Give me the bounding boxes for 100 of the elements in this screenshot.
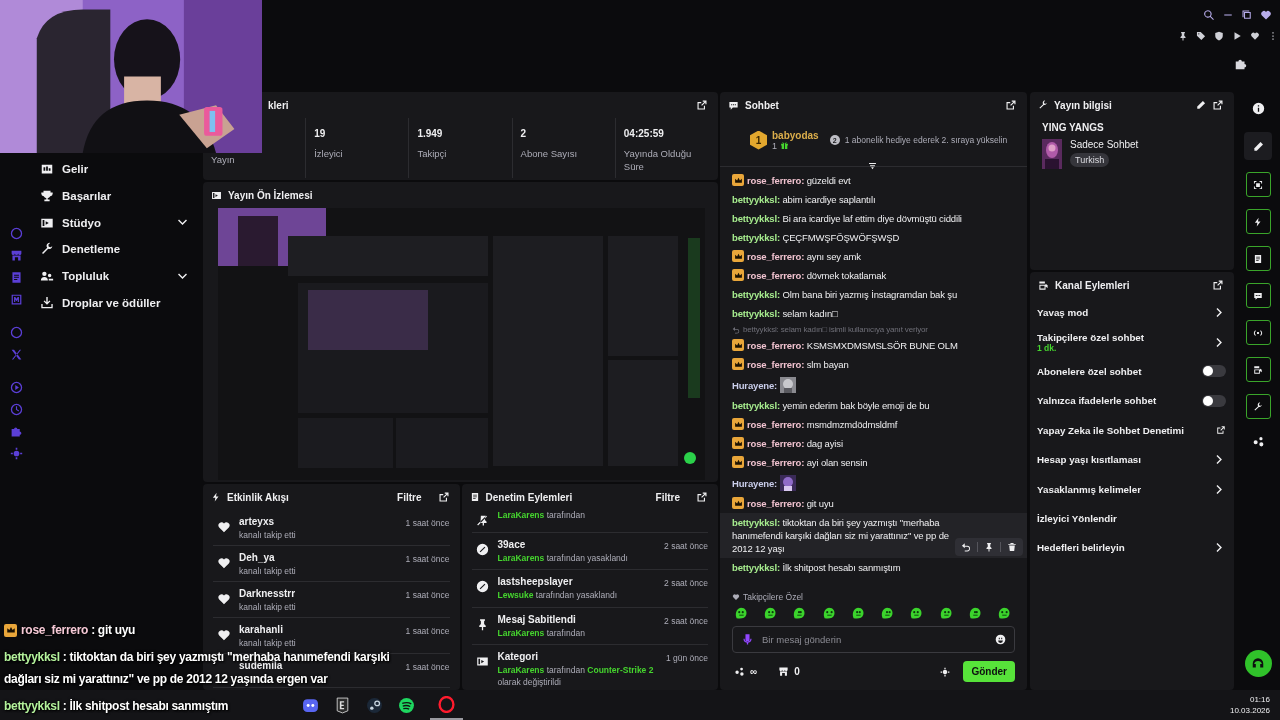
overlay-message: rose_ferrero : git uyu <box>21 623 136 637</box>
reply-icon[interactable] <box>961 542 971 552</box>
edit-icon[interactable] <box>1196 100 1206 110</box>
ring-icon[interactable] <box>9 227 23 240</box>
action-label[interactable]: İzleyici Yönlendir <box>1037 512 1226 524</box>
tag-icon[interactable] <box>1196 31 1206 41</box>
play-icon[interactable] <box>1232 31 1242 41</box>
broadcast-button[interactable] <box>1245 320 1271 345</box>
popout-icon[interactable] <box>696 491 708 503</box>
info-icon[interactable] <box>1251 102 1265 115</box>
emote-icon[interactable] <box>792 606 807 620</box>
document-button[interactable] <box>1245 246 1271 271</box>
taskbar-app-icon[interactable] <box>302 696 319 714</box>
nav-item[interactable]: Denetleme <box>32 236 203 263</box>
camera-button[interactable] <box>1245 357 1271 382</box>
moderation-title: Kategori <box>497 651 539 663</box>
shop-icon[interactable] <box>9 249 23 262</box>
edit-button[interactable] <box>1244 132 1272 160</box>
emote-icon[interactable] <box>850 606 865 620</box>
action-label[interactable]: Yasaklanmış kelimeler <box>1037 483 1213 495</box>
external-link-icon[interactable] <box>1216 425 1226 436</box>
event-time: 1 saat önce <box>405 661 450 672</box>
x-icon[interactable] <box>9 348 23 361</box>
send-button[interactable]: Gönder <box>963 661 1015 682</box>
emote-icon[interactable] <box>938 606 953 620</box>
popout-icon[interactable] <box>1212 279 1224 291</box>
store-icon[interactable] <box>778 666 790 677</box>
emote-icon[interactable] <box>763 606 778 620</box>
microphone-icon[interactable] <box>741 633 754 646</box>
chat-message: bettyykksl: yemin ederim bak böyle emoji de bu <box>732 399 931 412</box>
message-input[interactable]: Bir mesaj gönderin <box>762 634 987 645</box>
popout-icon[interactable] <box>437 491 450 503</box>
event-name: Darknesstrr <box>239 588 296 599</box>
emote-icon[interactable] <box>821 606 836 620</box>
action-label[interactable]: Yalnızca ifadelerle sohbet <box>1037 395 1202 407</box>
moderation-time: 1 gün önce <box>665 652 708 664</box>
event-name: Deh_ya <box>239 552 275 563</box>
pin-icon[interactable] <box>1178 31 1188 41</box>
emote-icon[interactable] <box>880 606 895 620</box>
action-label[interactable]: Takipçilere özel sohbet <box>1037 331 1213 343</box>
stat-label: Abone Sayısı <box>520 147 579 161</box>
toggle-switch[interactable] <box>1202 394 1226 407</box>
chat-input-box[interactable]: Bir mesaj gönderin <box>732 626 1015 653</box>
wrench-button[interactable] <box>1245 394 1271 419</box>
category-name[interactable]: Sadece Sohbet <box>1070 139 1139 150</box>
trash-icon[interactable] <box>1007 542 1017 552</box>
screenshot-button[interactable] <box>1245 172 1271 197</box>
action-label[interactable]: Abonelere özel sohbet <box>1037 365 1202 377</box>
document-icon[interactable] <box>9 271 23 284</box>
emote-icon[interactable] <box>967 606 982 620</box>
heart-icon <box>217 520 231 534</box>
emote-icon[interactable] <box>734 606 748 620</box>
action-label[interactable]: Hedefleri belirleyin <box>1037 542 1213 554</box>
action-label[interactable]: Yavaş mod <box>1037 307 1213 319</box>
event-detail: kanalı takip etti <box>239 530 296 540</box>
headset-button[interactable] <box>1244 650 1272 677</box>
event-detail: kanalı takip etti <box>239 566 296 576</box>
emoji-icon[interactable] <box>995 634 1006 645</box>
settings-icon[interactable] <box>940 666 951 677</box>
shield-icon[interactable] <box>1214 31 1224 41</box>
action-label[interactable]: Yapay Zeka ile Sohbet Denetimi <box>1037 424 1216 436</box>
taskbar-app-icon[interactable] <box>398 696 415 714</box>
nav-item[interactable]: Stüdyo <box>32 209 203 237</box>
search-icon[interactable] <box>1203 9 1215 21</box>
emote-icon[interactable] <box>996 606 1011 620</box>
stat-value: 04:25:59 <box>623 128 665 139</box>
nav-item[interactable]: Topluluk <box>32 262 203 290</box>
nav-item[interactable]: Droplar ve ödüller <box>32 289 203 317</box>
nav-item[interactable]: Gelir <box>32 156 203 183</box>
wrench-icon <box>40 242 54 257</box>
restore-icon[interactable] <box>1241 9 1253 21</box>
nav-item[interactable]: Başarılar <box>32 182 203 210</box>
lightning-button[interactable] <box>1245 209 1271 234</box>
filter-button[interactable]: Filtre <box>655 491 680 503</box>
collapse-icon[interactable] <box>867 161 878 172</box>
puzzle-icon[interactable] <box>1234 57 1248 71</box>
clock-icon[interactable] <box>9 403 23 416</box>
popout-icon[interactable] <box>696 99 708 111</box>
points-icon[interactable] <box>734 666 745 677</box>
tag-pill[interactable]: Turkish <box>1070 153 1110 167</box>
moderation-detail: LaraKarens tarafından Counter-Strike 2 olarak değiştirildi <box>497 665 655 689</box>
heart-icon <box>732 593 740 601</box>
pin-icon[interactable] <box>984 542 994 552</box>
taskbar-app-icon[interactable] <box>366 696 383 714</box>
chat-username[interactable]: Hurayene: <box>732 378 778 392</box>
popout-icon[interactable] <box>1212 99 1224 111</box>
chat-message: rose_ferrero: güzeldi evt <box>747 174 852 187</box>
points-icon[interactable] <box>1251 435 1265 448</box>
heart-icon[interactable] <box>1260 9 1272 21</box>
action-label[interactable]: Hesap yaşı kısıtlaması <box>1037 454 1213 466</box>
filter-button[interactable]: Filtre <box>397 491 422 503</box>
popout-icon[interactable] <box>1005 99 1017 111</box>
ring-icon[interactable] <box>9 326 23 339</box>
chat-button[interactable] <box>1245 283 1271 308</box>
taskbar-app-icon[interactable] <box>334 696 351 714</box>
emote-icon[interactable] <box>909 606 924 620</box>
heart-icon <box>217 556 231 570</box>
chat-username[interactable]: Hurayene: <box>732 476 778 490</box>
heart-icon[interactable] <box>1250 31 1260 41</box>
toggle-switch[interactable] <box>1202 365 1226 378</box>
